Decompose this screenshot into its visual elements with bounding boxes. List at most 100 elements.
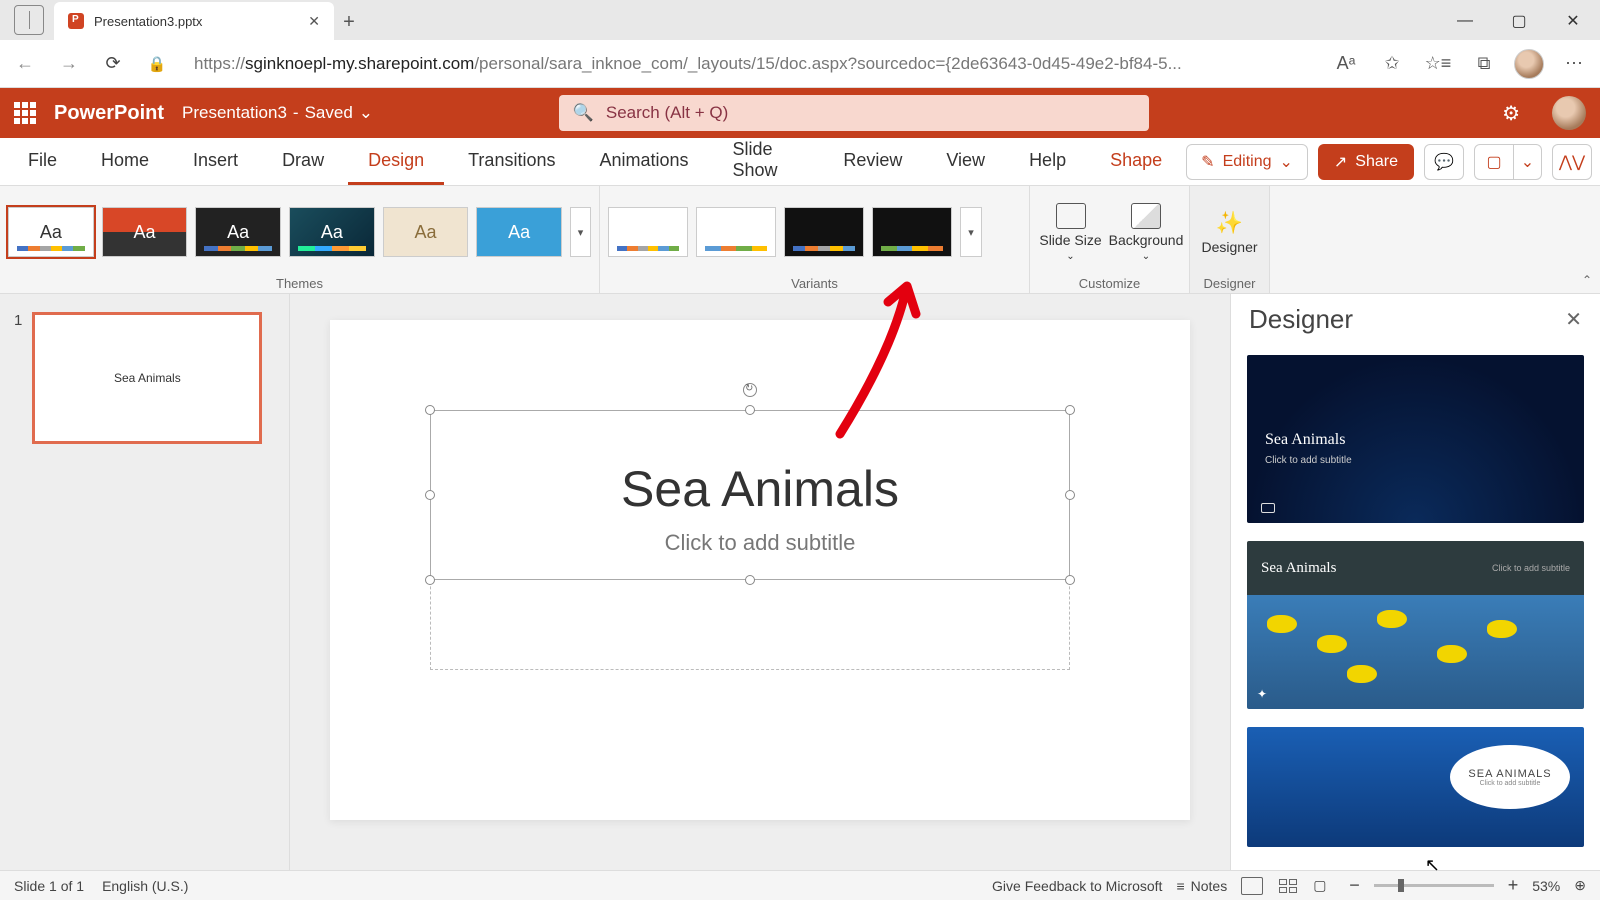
tab-draw[interactable]: Draw — [262, 139, 344, 185]
document-title-button[interactable]: Presentation3 - Saved ⌄ — [182, 103, 373, 123]
variants-group-label: Variants — [608, 272, 1021, 291]
theme-swatch-1[interactable]: Aa — [8, 207, 94, 257]
feedback-link[interactable]: Give Feedback to Microsoft — [992, 878, 1162, 894]
close-window-icon[interactable]: ✕ — [1546, 2, 1600, 40]
back-icon[interactable]: ← — [10, 49, 40, 79]
variant-swatch-2[interactable] — [696, 207, 776, 257]
new-tab-button[interactable]: + — [334, 11, 364, 40]
zoom-slider[interactable] — [1374, 884, 1494, 887]
tab-help[interactable]: Help — [1009, 139, 1086, 185]
thumb-number: 1 — [14, 312, 22, 444]
doc-name: Presentation3 — [182, 103, 287, 123]
slide-thumbnail-1[interactable]: Sea Animals — [32, 312, 262, 444]
designer-button[interactable]: ✨ Designer — [1198, 210, 1261, 255]
tab-insert[interactable]: Insert — [173, 139, 258, 185]
slide-counter[interactable]: Slide 1 of 1 — [14, 878, 84, 894]
fit-to-window-icon[interactable]: ⊕ — [1574, 877, 1586, 894]
design-suggestion-2[interactable]: Sea AnimalsClick to add subtitle ✦ — [1247, 541, 1584, 709]
variant-swatch-4[interactable] — [872, 207, 952, 257]
tab-slideshow[interactable]: Slide Show — [713, 139, 820, 185]
themes-group-label: Themes — [8, 272, 591, 291]
designer-btn-label: Designer — [1201, 239, 1257, 255]
share-icon: ↗ — [1334, 152, 1347, 172]
variants-expand-icon[interactable]: ▾ — [960, 207, 982, 257]
zoom-in-icon[interactable]: + — [1508, 875, 1519, 896]
tab-animations[interactable]: Animations — [579, 139, 708, 185]
maximize-icon[interactable]: ▢ — [1492, 2, 1546, 40]
editing-mode-button[interactable]: ✎ Editing ⌄ — [1186, 144, 1308, 180]
theme-swatch-2[interactable]: Aa — [102, 207, 188, 257]
close-tab-icon[interactable]: ✕ — [308, 13, 320, 30]
resize-handle[interactable] — [425, 575, 435, 585]
close-designer-icon[interactable]: ✕ — [1565, 307, 1582, 332]
background-button[interactable]: Background⌄ — [1111, 203, 1181, 262]
resize-handle[interactable] — [745, 575, 755, 585]
doc-dash: - — [293, 103, 299, 123]
user-avatar-icon[interactable] — [1552, 96, 1586, 130]
slide-canvas[interactable]: Sea Animals Click to add subtitle — [330, 320, 1190, 820]
tab-view[interactable]: View — [926, 139, 1005, 185]
settings-icon[interactable]: ⚙ — [1502, 101, 1520, 126]
background-label: Background — [1109, 232, 1184, 248]
design-suggestion-1[interactable]: Sea Animals Click to add subtitle — [1247, 355, 1584, 523]
slide-title-text[interactable]: Sea Animals — [330, 460, 1190, 518]
more-icon[interactable]: ⋯ — [1558, 48, 1590, 80]
slide-subtitle-placeholder[interactable]: Click to add subtitle — [330, 530, 1190, 556]
resize-handle[interactable] — [425, 405, 435, 415]
slide-sorter-icon[interactable] — [1277, 877, 1299, 895]
designer-wand-icon: ✨ — [1216, 210, 1243, 236]
suggestion-title: Sea Animals — [1261, 560, 1336, 577]
slide-canvas-area[interactable]: Sea Animals Click to add subtitle — [290, 294, 1230, 870]
search-input[interactable]: 🔍 Search (Alt + Q) — [559, 95, 1149, 131]
app-launcher-icon[interactable] — [14, 102, 36, 124]
theme-swatch-5[interactable]: Aa — [383, 207, 469, 257]
tab-preview-icon[interactable] — [14, 5, 44, 35]
tab-home[interactable]: Home — [81, 139, 169, 185]
refresh-icon[interactable]: ⟳ — [98, 49, 128, 79]
address-bar[interactable]: https://sginknoepl-my.sharepoint.com/per… — [186, 54, 1316, 74]
theme-swatch-3[interactable]: Aa — [195, 207, 281, 257]
normal-view-icon[interactable] — [1241, 877, 1263, 895]
theme-swatch-4[interactable]: Aa — [289, 207, 375, 257]
slide-size-button[interactable]: Slide Size⌄ — [1038, 203, 1103, 262]
app-name[interactable]: PowerPoint — [54, 102, 164, 125]
zoom-level[interactable]: 53% — [1532, 878, 1560, 894]
tab-design[interactable]: Design — [348, 139, 444, 185]
variant-swatch-3[interactable] — [784, 207, 864, 257]
zoom-out-icon[interactable]: − — [1349, 875, 1360, 896]
themes-expand-icon[interactable]: ▾ — [570, 207, 591, 257]
tab-review[interactable]: Review — [823, 139, 922, 185]
resize-handle[interactable] — [1065, 405, 1075, 415]
language-status[interactable]: English (U.S.) — [102, 878, 188, 894]
collections-icon[interactable]: ⧉ — [1468, 48, 1500, 80]
url-scheme: https:// — [194, 54, 245, 73]
powerpoint-favicon-icon — [68, 13, 84, 29]
suggestion-subtitle: Click to add subtitle — [1492, 563, 1570, 573]
profile-avatar-icon[interactable] — [1514, 49, 1544, 79]
resize-handle[interactable] — [1065, 575, 1075, 585]
favorite-icon[interactable]: ✩ — [1376, 48, 1408, 80]
present-button[interactable]: ▢ — [1474, 144, 1514, 180]
comments-button[interactable]: 💬 — [1424, 144, 1464, 180]
notes-toggle[interactable]: ≡Notes — [1176, 878, 1227, 894]
tab-transitions[interactable]: Transitions — [448, 139, 575, 185]
tab-file[interactable]: File — [8, 139, 77, 185]
design-suggestion-3[interactable]: SEA ANIMALS Click to add subtitle — [1247, 727, 1584, 847]
collapse-ribbon-icon[interactable]: ⌃ — [1582, 273, 1592, 287]
reading-view-icon[interactable]: ▢ — [1313, 877, 1335, 895]
share-button[interactable]: ↗ Share — [1318, 144, 1414, 180]
variant-swatch-1[interactable] — [608, 207, 688, 257]
browser-tab[interactable]: Presentation3.pptx ✕ — [54, 2, 334, 40]
minimize-icon[interactable]: — — [1438, 2, 1492, 40]
search-placeholder: Search (Alt + Q) — [606, 103, 728, 123]
tab-shape[interactable]: Shape — [1090, 139, 1182, 185]
site-info-icon[interactable]: 🔒 — [142, 49, 172, 79]
rotate-handle-icon[interactable] — [743, 383, 757, 397]
activity-icon[interactable]: ⋀⋁ — [1552, 144, 1592, 180]
theme-swatch-6[interactable]: Aa — [476, 207, 562, 257]
resize-handle[interactable] — [745, 405, 755, 415]
notes-label: Notes — [1191, 878, 1228, 894]
reading-mode-icon[interactable]: Aᵃ — [1330, 48, 1362, 80]
present-dropdown[interactable]: ⌄ — [1514, 144, 1542, 180]
favorites-bar-icon[interactable]: ☆≡ — [1422, 48, 1454, 80]
